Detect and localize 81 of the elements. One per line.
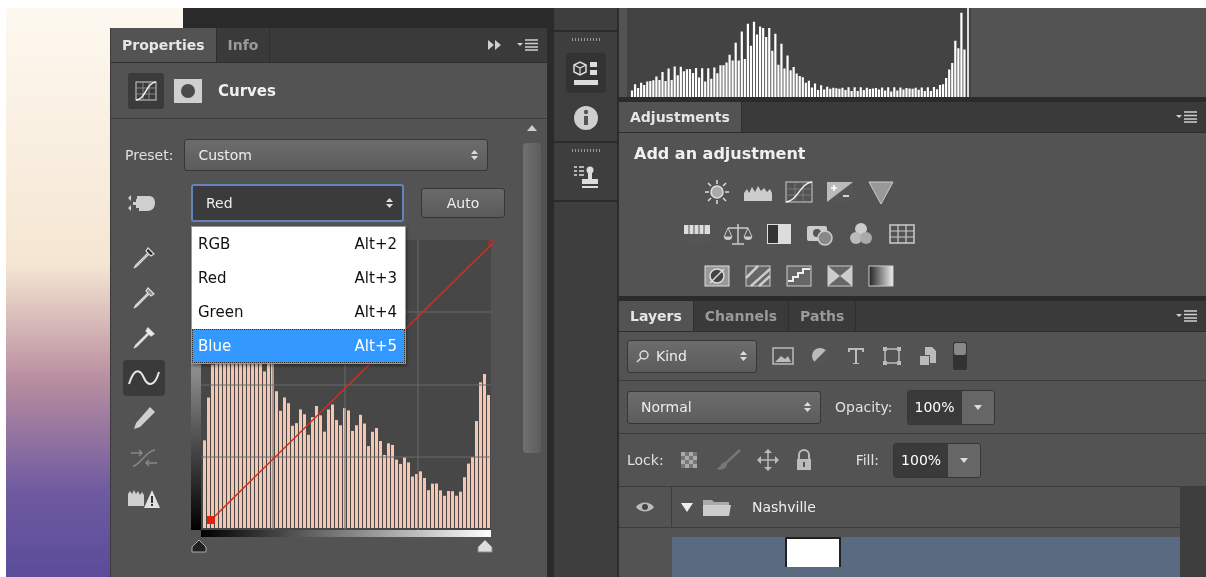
staircase-icon[interactable] — [784, 263, 814, 289]
channel-select[interactable]: Red — [191, 184, 404, 222]
eyedropper-icon — [131, 325, 157, 351]
info-icon[interactable] — [572, 105, 599, 131]
shape-icon[interactable] — [881, 345, 903, 367]
fill-field[interactable]: 100% — [893, 442, 982, 478]
blend-mode-select[interactable]: Normal — [627, 390, 821, 424]
scroll-up-arrow-icon[interactable] — [527, 125, 537, 131]
input-slider-track[interactable] — [191, 539, 493, 553]
menu-icon[interactable] — [1176, 111, 1198, 123]
menu-item-label: RGB — [198, 235, 231, 253]
filter-select[interactable]: Kind — [627, 339, 757, 373]
menu-item[interactable]: Green Alt+4 — [192, 295, 405, 329]
tool-button[interactable] — [123, 360, 165, 396]
spinner-arrows-icon — [385, 196, 394, 210]
opacity-label: Opacity: — [835, 399, 893, 415]
panel-heading: Add an adjustment — [633, 143, 807, 163]
menu-item-label: Red — [198, 269, 227, 287]
preset-label: Preset: — [125, 147, 174, 163]
pencil-icon — [131, 405, 157, 431]
menu-icon[interactable] — [1176, 310, 1198, 322]
panel-tab[interactable]: Layers — [619, 301, 694, 331]
shadow-slider-thumb[interactable] — [191, 539, 207, 553]
smooth-icon — [129, 447, 159, 469]
panel-tab[interactable]: Properties — [111, 28, 217, 62]
curves-icon[interactable] — [784, 179, 814, 205]
expanded-triangle-icon[interactable] — [680, 501, 694, 513]
mask-icon[interactable] — [173, 77, 203, 104]
invert-icon[interactable] — [702, 263, 732, 289]
layer-row[interactable] — [672, 537, 1180, 577]
grid-icon[interactable] — [886, 221, 917, 247]
dropdown-caret-icon[interactable] — [973, 404, 982, 410]
gradient-icon[interactable] — [866, 263, 896, 289]
cube-icon[interactable] — [565, 53, 606, 93]
shortcut-label: Alt+4 — [354, 303, 397, 321]
layer-thumbnail — [785, 537, 841, 567]
menu-item[interactable]: Red Alt+3 — [192, 261, 405, 295]
balance-scale-icon[interactable] — [722, 221, 753, 247]
triangle-icon[interactable] — [866, 179, 896, 205]
curves-icon[interactable] — [128, 72, 164, 109]
spinner-arrows-icon — [470, 148, 480, 162]
scrollbar[interactable] — [1180, 487, 1206, 577]
panel-tab[interactable]: Info — [216, 28, 271, 62]
search-icon — [636, 349, 650, 363]
stamp-list-icon[interactable] — [572, 164, 599, 190]
image-icon[interactable] — [771, 346, 795, 366]
panel-tab[interactable]: Paths — [789, 301, 857, 331]
eye-icon[interactable] — [635, 501, 655, 513]
brightness-icon[interactable] — [702, 179, 732, 205]
cross-box-icon[interactable] — [825, 263, 855, 289]
spinner-arrows-icon — [739, 349, 748, 363]
fill-label: Fill: — [855, 452, 880, 468]
collapse-icon[interactable] — [487, 39, 503, 51]
menu-item-label: Blue — [198, 337, 232, 355]
shortcut-label: Alt+3 — [354, 269, 397, 287]
panel-tab[interactable]: Adjustments — [619, 102, 742, 132]
preset-select[interactable]: Custom — [184, 139, 489, 171]
dropdown-caret-icon[interactable] — [960, 457, 969, 463]
highlight-slider-thumb[interactable] — [477, 539, 493, 553]
opacity-field[interactable]: 100% — [906, 389, 995, 425]
layer-row[interactable]: Nashville — [619, 487, 1180, 528]
half-circle-icon[interactable] — [809, 345, 831, 367]
diagonal-stripes-icon[interactable] — [743, 263, 773, 289]
move-icon[interactable] — [755, 448, 780, 472]
menu-item-label: Green — [198, 303, 244, 321]
layer-name: Nashville — [752, 499, 816, 515]
lock-label: Lock: — [627, 452, 664, 468]
toggle-switch[interactable] — [953, 342, 967, 370]
spinner-arrows-icon — [803, 400, 812, 414]
menu-icon[interactable] — [517, 39, 539, 51]
shortcut-label: Alt+5 — [354, 337, 397, 355]
type-icon[interactable] — [845, 345, 867, 367]
eyedropper-icon — [131, 285, 157, 311]
eyedropper-icon — [131, 245, 157, 271]
exposure-icon[interactable] — [825, 179, 855, 205]
shortcut-label: Alt+2 — [354, 235, 397, 253]
menu-item[interactable]: RGB Alt+2 — [192, 227, 405, 261]
auto-button[interactable]: Auto — [421, 188, 505, 218]
document-icon[interactable] — [917, 345, 939, 367]
panel-title: Curves — [218, 81, 276, 100]
panel-tab[interactable]: Channels — [693, 301, 790, 331]
